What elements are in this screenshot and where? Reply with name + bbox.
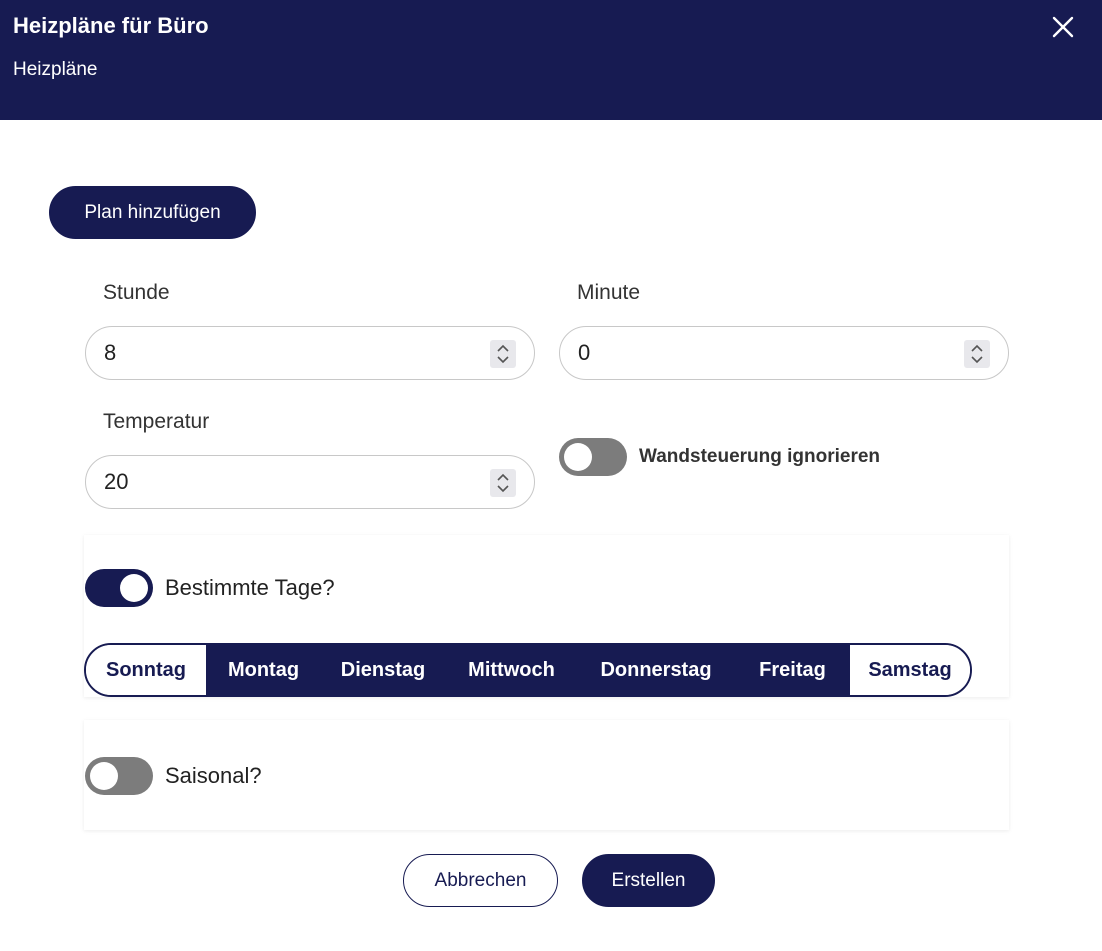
hour-input[interactable]: 8 bbox=[85, 326, 535, 380]
close-button[interactable] bbox=[1046, 10, 1080, 44]
day-tuesday[interactable]: Dienstag bbox=[320, 645, 446, 695]
add-plan-button[interactable]: Plan hinzufügen bbox=[49, 186, 256, 239]
temperature-input[interactable]: 20 bbox=[85, 455, 535, 509]
day-saturday[interactable]: Samstag bbox=[850, 645, 970, 695]
temperature-stepper[interactable] bbox=[490, 469, 516, 497]
toggle-knob bbox=[90, 762, 118, 790]
temperature-value: 20 bbox=[104, 469, 129, 494]
toggle-knob bbox=[120, 574, 148, 602]
seasonal-toggle[interactable] bbox=[85, 757, 153, 795]
cancel-button[interactable]: Abbrechen bbox=[403, 854, 558, 907]
minute-input[interactable]: 0 bbox=[559, 326, 1009, 380]
minute-stepper[interactable] bbox=[964, 340, 990, 368]
stepper-icon bbox=[971, 344, 983, 364]
temperature-label: Temperatur bbox=[103, 410, 210, 433]
specific-days-toggle[interactable] bbox=[85, 569, 153, 607]
stepper-icon bbox=[497, 473, 509, 493]
wall-control-toggle[interactable] bbox=[559, 438, 627, 476]
day-sunday[interactable]: Sonntag bbox=[86, 645, 207, 695]
hour-label: Stunde bbox=[103, 281, 170, 304]
toggle-knob bbox=[564, 443, 592, 471]
stepper-icon bbox=[497, 344, 509, 364]
create-button[interactable]: Erstellen bbox=[582, 854, 715, 907]
day-monday[interactable]: Montag bbox=[207, 645, 320, 695]
close-icon bbox=[1052, 16, 1074, 38]
day-friday[interactable]: Freitag bbox=[735, 645, 850, 695]
weekday-selector: Sonntag Montag Dienstag Mittwoch Donners… bbox=[84, 643, 972, 697]
minute-label: Minute bbox=[577, 281, 641, 304]
dialog-subtitle: Heizpläne bbox=[13, 59, 98, 80]
specific-days-label: Bestimmte Tage? bbox=[165, 575, 335, 600]
hour-value: 8 bbox=[104, 340, 117, 365]
dialog-header: Heizpläne für Büro Heizpläne bbox=[0, 0, 1102, 120]
seasonal-label: Saisonal? bbox=[165, 763, 262, 788]
wall-control-label: Wandsteuerung ignorieren bbox=[639, 446, 881, 467]
hour-stepper[interactable] bbox=[490, 340, 516, 368]
day-thursday[interactable]: Donnerstag bbox=[577, 645, 735, 695]
dialog-title: Heizpläne für Büro bbox=[13, 13, 209, 38]
day-wednesday[interactable]: Mittwoch bbox=[446, 645, 577, 695]
minute-value: 0 bbox=[578, 340, 591, 365]
